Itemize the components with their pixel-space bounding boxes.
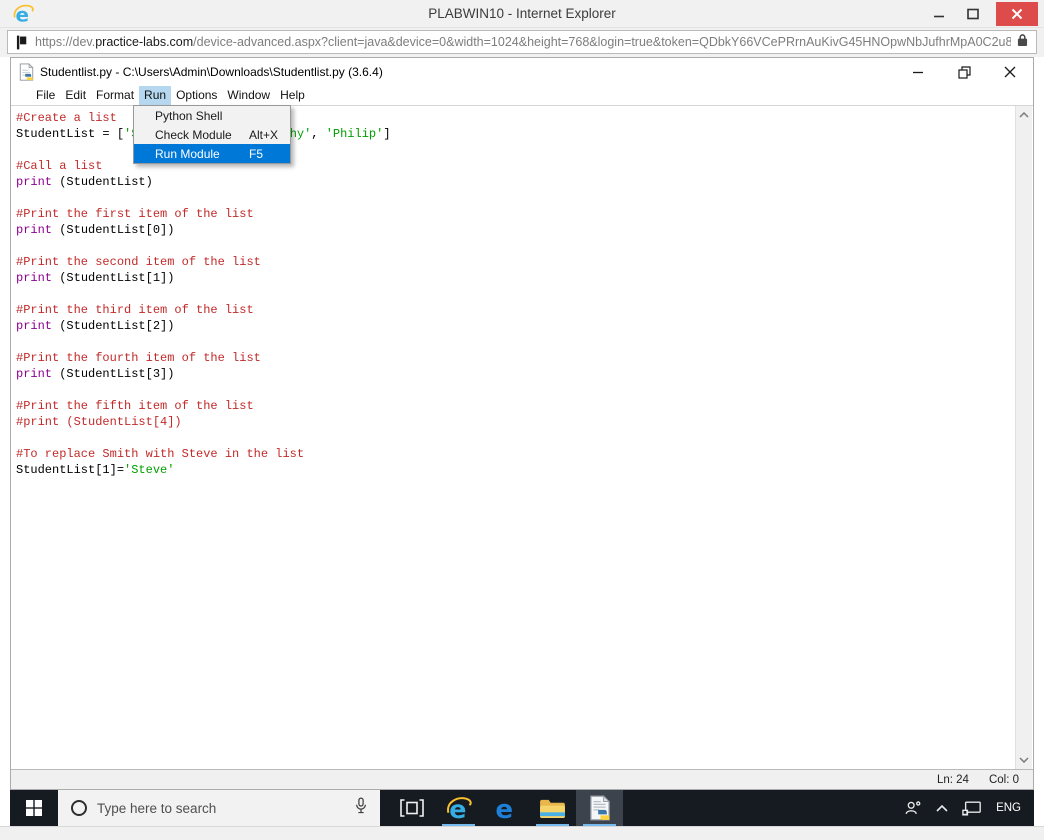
code-line: print (StudentList)	[16, 175, 153, 189]
address-bar: https://dev.practice-labs.com/device-adv…	[0, 28, 1044, 57]
search-placeholder: Type here to search	[97, 800, 217, 816]
language-indicator[interactable]: ENG	[989, 790, 1028, 826]
status-col: Col: 0	[988, 773, 1019, 786]
windows-logo-icon	[26, 800, 42, 816]
run-menu-item-check-module[interactable]: Check Module Alt+X	[134, 125, 290, 144]
vertical-scrollbar[interactable]	[1015, 106, 1032, 769]
run-menu-item-python-shell[interactable]: Python Shell	[134, 106, 290, 125]
code-line: print (StudentList[3])	[16, 367, 175, 381]
taskbar-internet-explorer[interactable]: e	[435, 790, 482, 826]
code-area[interactable]: #Create a listStudentList = ['Smith', 'J…	[11, 105, 1033, 769]
code-line: print (StudentList[0])	[16, 223, 175, 237]
network-icon[interactable]	[955, 790, 989, 826]
cortana-icon	[71, 800, 87, 816]
minimize-button[interactable]	[922, 1, 956, 27]
menu-help[interactable]: Help	[275, 86, 310, 105]
idle-restore-button[interactable]	[941, 58, 987, 86]
ie-bottom-frame	[0, 826, 1044, 840]
code-line: StudentList[1]='Steve'	[16, 463, 175, 477]
idle-statusbar: Ln: 24 Col: 0	[11, 769, 1033, 789]
code-line: #print (StudentList[4])	[16, 415, 182, 429]
url-path: /device-advanced.aspx?client=java&device…	[193, 35, 1011, 49]
python-file-icon	[19, 63, 34, 81]
run-menu-dropdown: Python Shell Check Module Alt+X Run Module F…	[133, 105, 291, 164]
svg-text:e: e	[495, 795, 513, 822]
code-line: #Print the second item of the list	[16, 255, 261, 269]
maximize-button[interactable]	[956, 1, 990, 27]
code-line: #To replace Smith with Steve in the list	[16, 447, 305, 461]
url-text: https://dev.practice-labs.com/device-adv…	[35, 35, 1011, 49]
url-input[interactable]: https://dev.practice-labs.com/device-adv…	[7, 30, 1037, 54]
menu-edit[interactable]: Edit	[60, 86, 91, 105]
chevron-up-icon[interactable]	[929, 790, 955, 826]
url-scheme: https://dev.	[35, 35, 96, 49]
code-line: #Print the fifth item of the list	[16, 399, 254, 413]
status-line: Ln: 24	[936, 773, 969, 786]
taskbar-python-idle[interactable]	[576, 790, 623, 826]
scroll-down-button[interactable]	[1016, 752, 1032, 768]
task-view-button[interactable]	[388, 790, 435, 826]
idle-window-title: Studentlist.py - C:\Users\Admin\Download…	[40, 65, 383, 79]
start-button[interactable]	[10, 790, 58, 826]
site-icon	[16, 35, 27, 50]
idle-window: Studentlist.py - C:\Users\Admin\Download…	[10, 57, 1034, 790]
scroll-up-button[interactable]	[1016, 107, 1032, 123]
close-button[interactable]	[996, 2, 1038, 26]
idle-minimize-button[interactable]	[895, 58, 941, 86]
menu-window[interactable]: Window	[222, 86, 275, 105]
lock-icon	[1017, 33, 1028, 52]
menu-options[interactable]: Options	[171, 86, 222, 105]
ie-titlebar: e PLABWIN10 - Internet Explorer	[0, 0, 1044, 28]
run-menu-item-run-module[interactable]: Run Module F5	[134, 144, 290, 163]
search-input[interactable]: Type here to search	[58, 790, 380, 826]
window-title: PLABWIN10 - Internet Explorer	[428, 6, 616, 21]
microphone-icon[interactable]	[354, 797, 368, 820]
code-line: #Print the first item of the list	[16, 207, 254, 221]
menu-item-label: Python Shell	[155, 108, 223, 123]
idle-close-button[interactable]	[987, 58, 1033, 86]
menu-format[interactable]: Format	[91, 86, 139, 105]
menu-item-label: Check Module	[155, 127, 232, 142]
code-line: print (StudentList[2])	[16, 319, 175, 333]
menu-run[interactable]: Run	[139, 86, 172, 105]
menu-item-label: Run Module	[155, 146, 220, 161]
menu-item-accelerator: F5	[249, 146, 264, 161]
menu-file[interactable]: File	[31, 86, 60, 105]
idle-titlebar: Studentlist.py - C:\Users\Admin\Download…	[11, 58, 1033, 86]
code-line: #Print the fourth item of the list	[16, 351, 261, 365]
idle-menubar: File Edit Format Run Options Window Help	[11, 86, 1033, 105]
remote-desktop: Studentlist.py - C:\Users\Admin\Download…	[10, 57, 1034, 826]
code-line: print (StudentList[1])	[16, 271, 175, 285]
people-icon[interactable]	[897, 790, 929, 826]
code-line: #Print the third item of the list	[16, 303, 254, 317]
menu-item-accelerator: Alt+X	[249, 127, 279, 142]
taskbar: Type here to search e e ENG	[10, 790, 1034, 826]
taskbar-edge[interactable]: e	[482, 790, 529, 826]
taskbar-file-explorer[interactable]	[529, 790, 576, 826]
url-domain: practice-labs.com	[95, 35, 194, 49]
